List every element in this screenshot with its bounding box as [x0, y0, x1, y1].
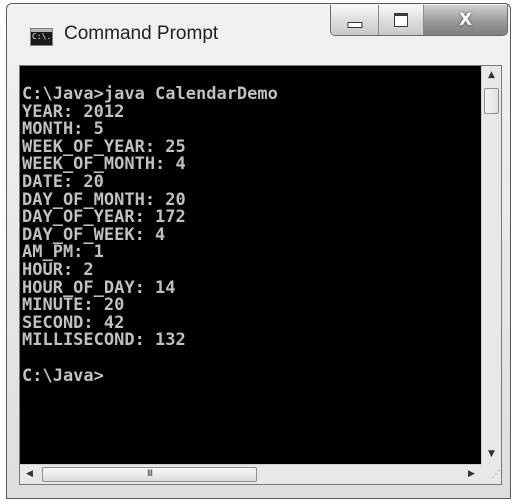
scroll-down-icon[interactable]: ▼: [482, 445, 501, 464]
minimize-icon: [347, 22, 362, 28]
close-icon: X: [458, 10, 473, 30]
minimize-button[interactable]: [331, 5, 378, 35]
console-line: HOUR: 2: [22, 259, 94, 280]
scroll-left-icon[interactable]: ◀: [20, 465, 39, 484]
console-line: DATE: 20: [22, 171, 104, 192]
close-button[interactable]: X: [423, 5, 507, 35]
console-client-area: C:\Java>java CalendarDemo YEAR: 2012 MONTH…: [19, 65, 502, 485]
resize-grip-icon[interactable]: ⋰: [481, 464, 501, 484]
console-line: C:\Java>java CalendarDemo: [22, 84, 278, 104]
console-line: MILLISECOND: 132: [22, 330, 186, 351]
title-bar[interactable]: C:\. Command Prompt X: [7, 4, 510, 64]
console-line: C:\Java>: [22, 365, 104, 386]
command-prompt-icon[interactable]: C:\.: [30, 28, 53, 46]
scroll-right-icon[interactable]: ▶: [462, 465, 481, 484]
scroll-up-icon[interactable]: ▲: [482, 66, 501, 85]
window-controls: X: [330, 5, 508, 36]
command-prompt-window: C:\. Command Prompt X C:\Java>java Calen…: [6, 3, 511, 499]
console-text: C:\Java>java CalendarDemo YEAR: 2012 MONTH…: [20, 66, 481, 385]
horizontal-scrollbar[interactable]: ◀ III ▶: [20, 464, 481, 484]
maximize-icon: [394, 13, 408, 27]
maximize-button[interactable]: [378, 5, 423, 35]
vertical-scroll-thumb[interactable]: [484, 88, 499, 114]
horizontal-scroll-thumb[interactable]: III: [42, 467, 257, 482]
vertical-scrollbar[interactable]: ▲ ▼: [481, 66, 501, 464]
window-title: Command Prompt: [64, 23, 219, 44]
console-output[interactable]: C:\Java>java CalendarDemo YEAR: 2012 MONTH…: [20, 66, 481, 464]
